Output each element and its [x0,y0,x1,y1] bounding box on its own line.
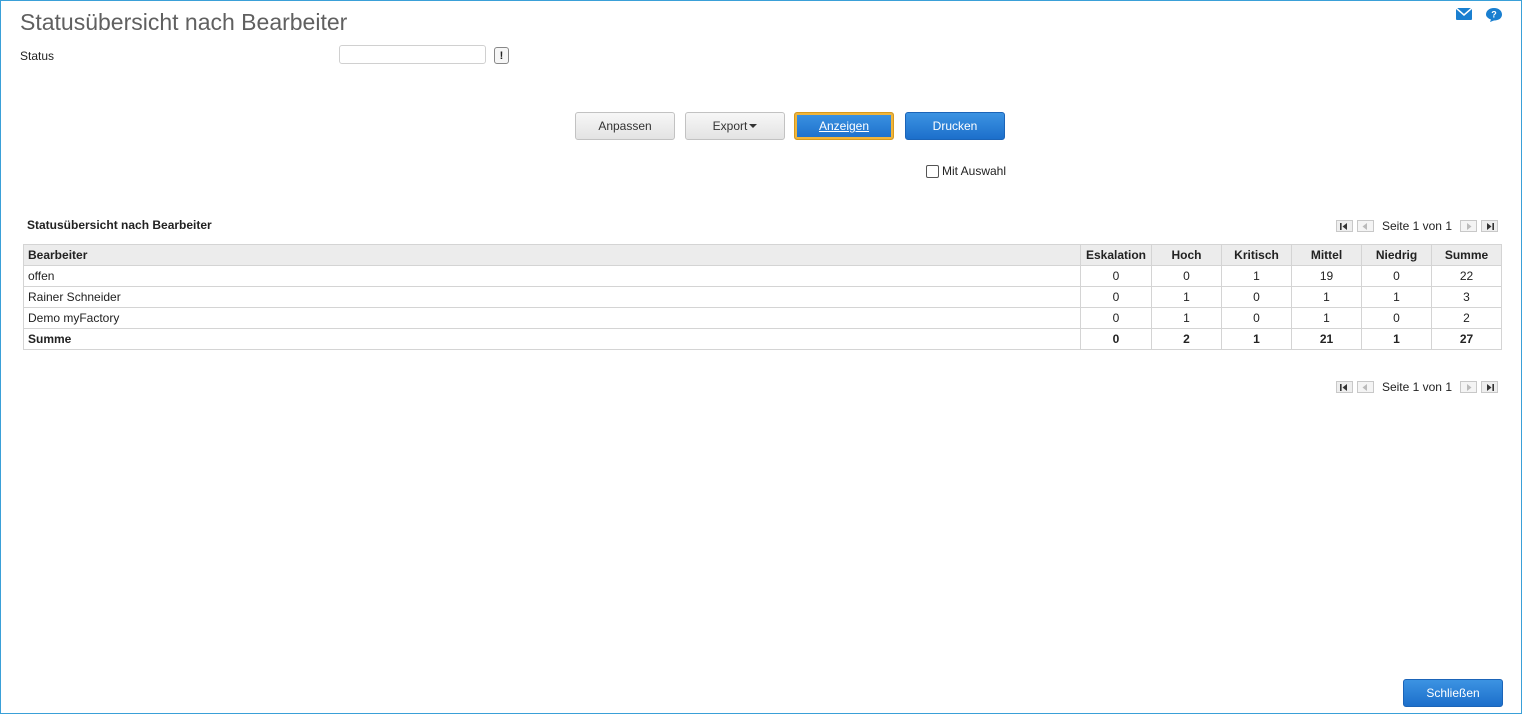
status-label: Status [20,49,55,63]
table-cell: 2 [1431,307,1502,329]
table-cell: Demo myFactory [23,307,1081,329]
table-row: Demo myFactory 0 1 0 1 0 2 [23,307,1502,329]
total-row: Summe 0 2 1 21 1 27 [23,328,1502,350]
report-title: Statusübersicht nach Bearbeiter [27,218,212,232]
report-table: Bearbeiter Eskalation Hoch Kritisch Mitt… [23,244,1502,350]
pager-text: Seite 1 von 1 [1381,380,1452,394]
table-cell: 2 [1151,328,1222,350]
column-header: Mittel [1291,244,1362,266]
table-cell: 0 [1080,286,1152,308]
table-cell: 1 [1151,307,1222,329]
table-cell: 19 [1291,265,1362,287]
svg-text:?: ? [1491,10,1497,20]
anzeigen-button[interactable]: Anzeigen [794,112,894,140]
column-header: Bearbeiter [23,244,1081,266]
last-page-icon[interactable] [1481,381,1498,393]
mit-auswahl-checkbox[interactable] [926,164,939,178]
table-cell: 1 [1221,328,1292,350]
column-header: Eskalation [1080,244,1152,266]
table-cell: 1 [1291,307,1362,329]
drucken-label: Drucken [932,119,978,133]
window-frame [0,0,1522,714]
table-row: Rainer Schneider 0 1 0 1 1 3 [23,286,1502,308]
mail-icon[interactable] [1456,8,1472,22]
next-page-icon[interactable] [1460,381,1477,393]
drucken-button[interactable]: Drucken [905,112,1005,140]
mit-auswahl-label: Mit Auswahl [942,164,1007,178]
status-picker-button[interactable]: ! [494,47,509,64]
export-button[interactable]: Export [685,112,785,140]
status-input[interactable] [339,45,486,64]
table-cell: 1 [1361,328,1432,350]
next-page-icon[interactable] [1460,220,1477,232]
table-cell: offen [23,265,1081,287]
column-header: Summe [1431,244,1502,266]
first-page-icon[interactable] [1335,220,1353,232]
pager-bottom: Seite 1 von 1 [1335,380,1498,394]
chevron-down-icon [749,124,758,128]
prev-page-icon[interactable] [1356,220,1374,232]
last-page-icon[interactable] [1481,220,1498,232]
table-cell: Summe [23,328,1081,350]
schliessen-label: Schließen [1426,686,1480,700]
top-icons: ? [1456,8,1502,22]
table-cell: 0 [1361,307,1432,329]
schliessen-button[interactable]: Schließen [1403,679,1503,707]
column-header: Kritisch [1221,244,1292,266]
table-cell: 22 [1431,265,1502,287]
table-cell: 0 [1080,328,1152,350]
table-cell: Rainer Schneider [23,286,1081,308]
table-cell: 0 [1361,265,1432,287]
table-cell: 27 [1431,328,1502,350]
mit-auswahl-option[interactable]: Mit Auswahl [926,164,1006,178]
table-cell: 0 [1221,286,1292,308]
table-row: offen 0 0 1 19 0 22 [23,265,1502,287]
table-cell: 1 [1221,265,1292,287]
help-icon[interactable]: ? [1486,8,1502,22]
table-cell: 1 [1291,286,1362,308]
table-cell: 21 [1291,328,1362,350]
pager-text: Seite 1 von 1 [1381,219,1452,233]
prev-page-icon[interactable] [1356,381,1374,393]
pager-top: Seite 1 von 1 [1335,219,1498,233]
table-header-row: Bearbeiter Eskalation Hoch Kritisch Mitt… [23,244,1502,266]
anzeigen-label: Anzeigen [818,119,870,133]
table-cell: 0 [1151,265,1222,287]
column-header: Hoch [1151,244,1222,266]
page-title: Statusübersicht nach Bearbeiter [20,9,348,35]
table-cell: 1 [1361,286,1432,308]
table-cell: 3 [1431,286,1502,308]
table-cell: 0 [1221,307,1292,329]
table-cell: 0 [1080,265,1152,287]
export-label: Export [712,119,748,133]
table-cell: 0 [1080,307,1152,329]
first-page-icon[interactable] [1335,381,1353,393]
anpassen-button[interactable]: Anpassen [575,112,675,140]
table-cell: 1 [1151,286,1222,308]
anpassen-label: Anpassen [598,119,652,133]
column-header: Niedrig [1361,244,1432,266]
